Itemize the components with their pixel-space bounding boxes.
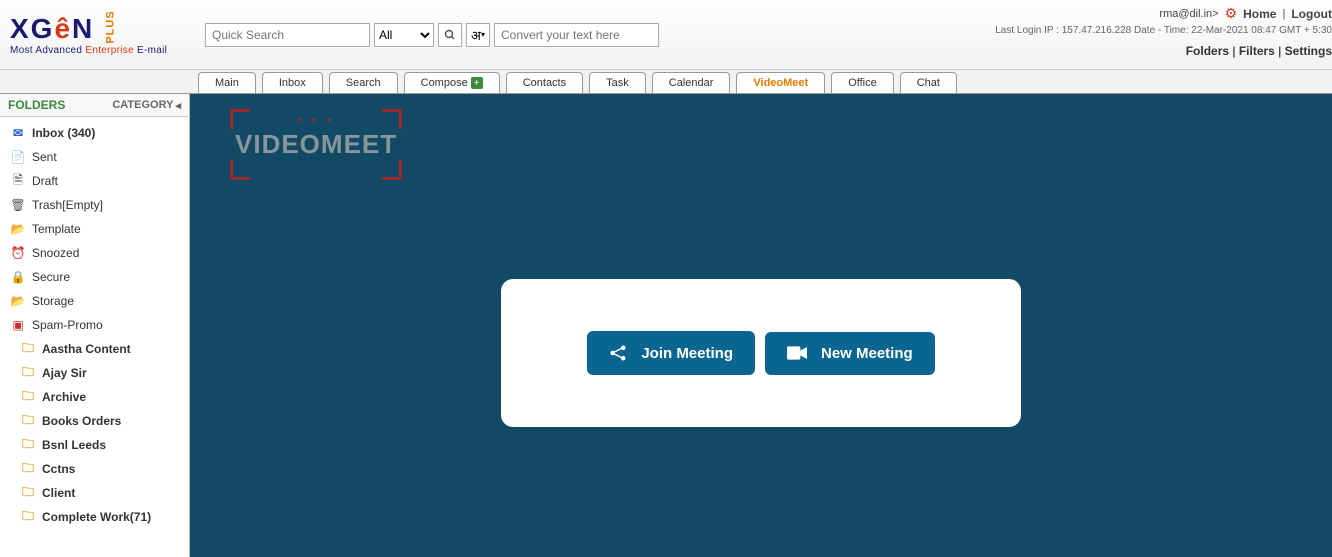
subfolder-icon: 🗀 (20, 414, 36, 428)
subfolder-icon: 🗀 (20, 510, 36, 524)
sidebar-subfolder[interactable]: 🗀Aastha Content (0, 337, 189, 361)
envelope-icon: ✉ (10, 126, 26, 140)
sidebar-item-trash[interactable]: 🗑Trash[Empty] (0, 193, 189, 217)
tab-calendar[interactable]: Calendar (652, 72, 731, 93)
logo-main: XGêNPLUS (10, 13, 185, 45)
right-links: Folders | Filters | Settings (995, 44, 1332, 58)
subfolder-icon: 🗀 (20, 438, 36, 452)
join-meeting-button[interactable]: Join Meeting (587, 331, 755, 375)
share-icon (609, 344, 627, 362)
sidebar-item-snoozed[interactable]: ⏰Snoozed (0, 241, 189, 265)
user-line: rma@dil.in> ⚙ Home | Logout (995, 5, 1332, 22)
tabs-bar: Main Inbox Search Compose+ Contacts Task… (0, 70, 1332, 94)
sidebar-subfolder[interactable]: 🗀Client (0, 481, 189, 505)
storage-icon: 📂 (10, 294, 26, 308)
login-info: Last Login IP : 157.47.216.228 Date - Ti… (995, 25, 1332, 36)
compose-plus-icon: + (471, 77, 483, 89)
top-right: rma@dil.in> ⚙ Home | Logout Last Login I… (995, 5, 1332, 58)
sidebar-subfolder[interactable]: 🗀Archive (0, 385, 189, 409)
video-icon (787, 346, 807, 360)
filters-link[interactable]: Filters (1239, 44, 1275, 58)
tab-compose[interactable]: Compose+ (404, 72, 500, 93)
sidebar-subfolder[interactable]: 🗀Complete Work(71) (0, 505, 189, 529)
draft-icon: 🗎 (10, 174, 26, 188)
sidebar-item-draft[interactable]: 🗎Draft (0, 169, 189, 193)
sent-icon: 📄 (10, 150, 26, 164)
language-button[interactable]: अ▾ (466, 23, 490, 47)
subfolder-icon: 🗀 (20, 366, 36, 380)
logo-tagline: Most Advanced Enterprise E-mail (10, 45, 185, 56)
tab-main[interactable]: Main (198, 72, 256, 93)
meeting-card: Join Meeting New Meeting (501, 279, 1021, 427)
trash-icon: 🗑 (10, 198, 26, 212)
logo: XGêNPLUS Most Advanced Enterprise E-mail (0, 8, 195, 61)
subfolder-icon: 🗀 (20, 342, 36, 356)
tab-chat[interactable]: Chat (900, 72, 957, 93)
sidebar-item-inbox[interactable]: ✉Inbox (340) (0, 121, 189, 145)
folder-list: ✉Inbox (340) 📄Sent 🗎Draft 🗑Trash[Empty] … (0, 117, 189, 533)
header: XGêNPLUS Most Advanced Enterprise E-mail… (0, 0, 1332, 70)
home-link[interactable]: Home (1243, 7, 1276, 21)
subfolder-icon: 🗀 (20, 486, 36, 500)
content-area: ● ● ● VIDEOMEET Join Meeting New Meeting (190, 94, 1332, 557)
subfolder-icon: 🗀 (20, 462, 36, 476)
convert-text-input[interactable] (494, 23, 659, 47)
folder-icon: 📂 (10, 222, 26, 236)
chevron-left-icon: ◂ (175, 99, 181, 112)
sidebar-item-spam[interactable]: ▣Spam-Promo (0, 313, 189, 337)
dots-icon: ● ● ● (297, 115, 336, 124)
clock-icon: ⏰ (10, 246, 26, 260)
sidebar-subfolder[interactable]: 🗀Cctns (0, 457, 189, 481)
bracket-icon (230, 160, 250, 180)
sidebar-subfolder[interactable]: 🗀Bsnl Leeds (0, 433, 189, 457)
category-label[interactable]: CATEGORY ◂ (112, 99, 181, 112)
sidebar-item-secure[interactable]: 🔒Secure (0, 265, 189, 289)
videomeet-logo: ● ● ● VIDEOMEET (235, 129, 397, 160)
tab-task[interactable]: Task (589, 72, 646, 93)
bracket-icon (230, 109, 250, 129)
bracket-icon (382, 109, 402, 129)
subfolder-icon: 🗀 (20, 390, 36, 404)
sidebar-subfolder[interactable]: 🗀Ajay Sir (0, 361, 189, 385)
sidebar: FOLDERS CATEGORY ◂ ✉Inbox (340) 📄Sent 🗎D… (0, 94, 190, 557)
sidebar-item-sent[interactable]: 📄Sent (0, 145, 189, 169)
logout-link[interactable]: Logout (1291, 7, 1332, 21)
settings-link[interactable]: Settings (1285, 44, 1332, 58)
sidebar-subfolder[interactable]: 🗀Books Orders (0, 409, 189, 433)
user-email: rma@dil.in> (1159, 8, 1218, 20)
folders-link[interactable]: Folders (1186, 44, 1229, 58)
sidebar-header: FOLDERS CATEGORY ◂ (0, 94, 189, 117)
bracket-icon (382, 160, 402, 180)
lock-icon: 🔒 (10, 270, 26, 284)
gear-icon[interactable]: ⚙ (1225, 5, 1238, 22)
tab-inbox[interactable]: Inbox (262, 72, 323, 93)
quick-search-input[interactable] (205, 23, 370, 47)
sidebar-item-template[interactable]: 📂Template (0, 217, 189, 241)
tab-search[interactable]: Search (329, 72, 398, 93)
search-button[interactable] (438, 23, 462, 47)
main-wrap: FOLDERS CATEGORY ◂ ✉Inbox (340) 📄Sent 🗎D… (0, 94, 1332, 557)
sidebar-item-storage[interactable]: 📂Storage (0, 289, 189, 313)
tab-videomeet[interactable]: VideoMeet (736, 72, 825, 93)
spam-icon: ▣ (10, 318, 26, 332)
search-icon (444, 29, 456, 41)
new-meeting-button[interactable]: New Meeting (765, 332, 935, 375)
search-area: All अ▾ (205, 23, 659, 47)
tab-office[interactable]: Office (831, 72, 894, 93)
folders-label[interactable]: FOLDERS (8, 98, 65, 112)
tab-contacts[interactable]: Contacts (506, 72, 583, 93)
search-scope-select[interactable]: All (374, 23, 434, 47)
